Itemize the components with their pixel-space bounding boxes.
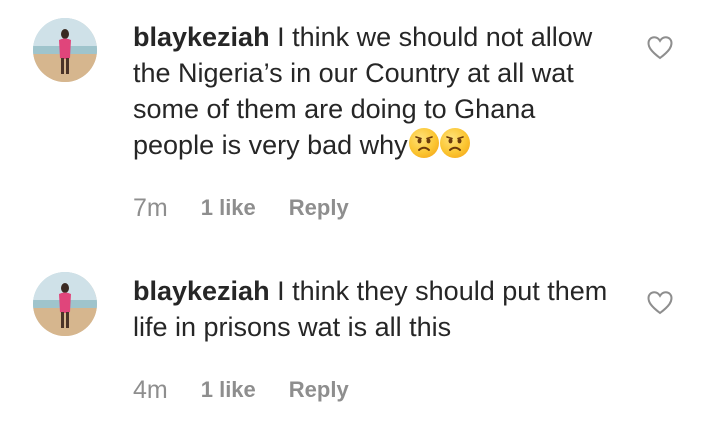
comment-meta: 7m 1 like Reply xyxy=(133,193,349,223)
reply-button[interactable]: Reply xyxy=(289,377,349,403)
avatar[interactable] xyxy=(33,18,97,82)
comment-username[interactable]: blaykeziah xyxy=(133,22,270,52)
avatar-photo xyxy=(33,18,97,82)
comment-like-count[interactable]: 1 like xyxy=(201,195,256,221)
comment-timestamp: 7m xyxy=(133,193,168,222)
comment-text: blaykeziah I think we should not allow t… xyxy=(133,19,613,163)
heart-outline-icon[interactable] xyxy=(645,288,675,318)
avatar[interactable] xyxy=(33,272,97,336)
avatar-photo xyxy=(33,272,97,336)
comment-timestamp: 4m xyxy=(133,375,168,404)
comment-like-count[interactable]: 1 like xyxy=(201,377,256,403)
reply-button[interactable]: Reply xyxy=(289,195,349,221)
comment-username[interactable]: blaykeziah xyxy=(133,276,270,306)
heart-outline-icon[interactable] xyxy=(645,33,675,63)
comment-meta: 4m 1 like Reply xyxy=(133,375,349,405)
worried-face-emoji xyxy=(408,128,439,158)
comment-text: blaykeziah I think they should put them … xyxy=(133,273,613,345)
worried-face-emoji xyxy=(439,128,470,158)
